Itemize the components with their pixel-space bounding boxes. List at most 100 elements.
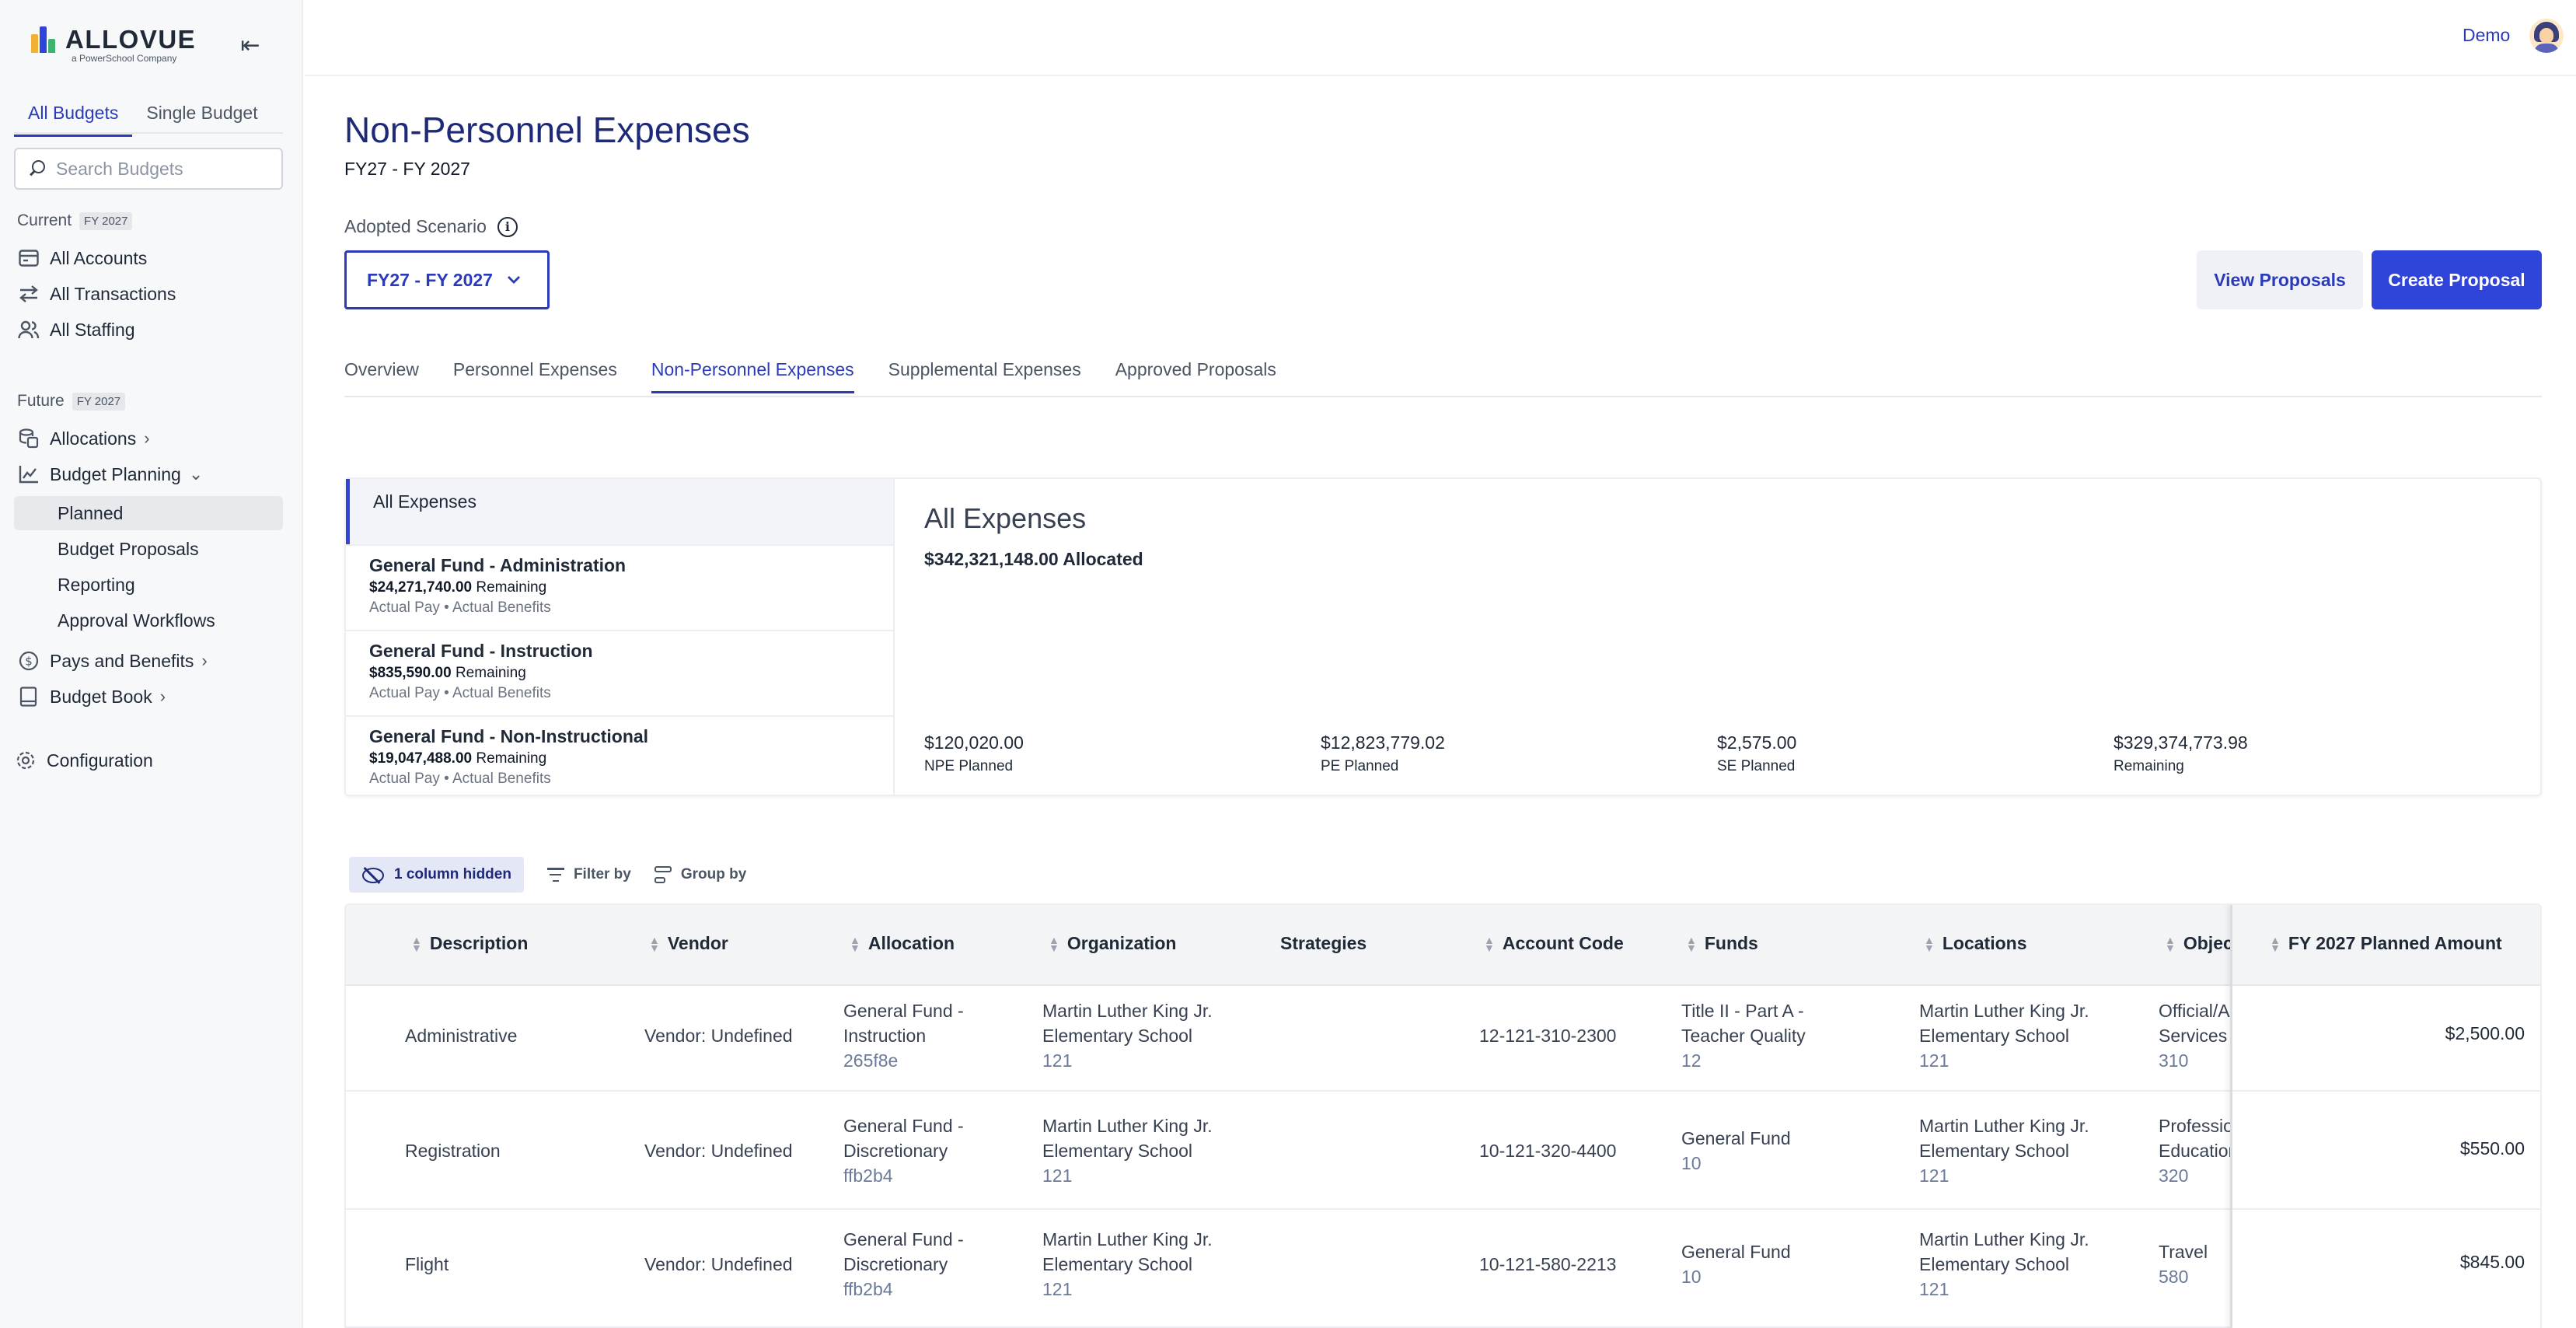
table-row[interactable]: Registration Vendor: Undefined General F… xyxy=(346,1092,2540,1210)
cell-locations: Martin Luther King Jr. Elementary School 1… xyxy=(1919,1229,2089,1299)
tab-all-budgets[interactable]: All Budgets xyxy=(14,100,133,137)
sort-icon: ▲ ▼ xyxy=(2165,933,2176,954)
fund-item-all-expenses[interactable]: All Expenses xyxy=(346,479,893,544)
current-label: Current xyxy=(17,211,72,229)
tabs-divider xyxy=(344,396,2542,397)
fund-item[interactable]: General Fund - Instruction $835,590.00 R… xyxy=(369,641,882,702)
create-proposal-button[interactable]: Create Proposal xyxy=(2372,250,2542,309)
stat-value: $2,575.00 xyxy=(1717,732,1797,753)
search-icon xyxy=(28,160,45,177)
future-section-label: Future FY 2027 xyxy=(17,392,126,411)
tab-approved-proposals[interactable]: Approved Proposals xyxy=(1115,359,1276,393)
sort-icon: ▲ ▼ xyxy=(1484,933,1495,954)
column-account-code[interactable]: ▲ ▼ Account Code xyxy=(1484,933,1624,954)
user-name[interactable]: Demo xyxy=(2463,25,2510,46)
eye-off-icon xyxy=(361,867,384,883)
sidebar-item-all-staffing[interactable]: All Staffing xyxy=(17,314,135,345)
svg-text:$: $ xyxy=(25,655,33,669)
sidebar-item-label: Pays and Benefits xyxy=(50,650,194,671)
page-title: Non-Personnel Expenses xyxy=(344,110,750,150)
column-strategies[interactable]: Strategies xyxy=(1280,933,1367,954)
staffing-icon xyxy=(17,318,40,341)
column-object[interactable]: ▲▼Object xyxy=(2165,933,2230,954)
cell-vendor: Vendor: Undefined xyxy=(644,1254,793,1274)
tab-single-budget[interactable]: Single Budget xyxy=(132,100,271,137)
fund-item[interactable]: General Fund - Administration $24,271,74… xyxy=(369,555,882,617)
scenario-label-text: Adopted Scenario xyxy=(344,216,487,236)
brand-name: ALLOVUE xyxy=(65,25,197,54)
stat-value: $12,823,779.02 xyxy=(1321,732,1445,753)
filter-by-button[interactable]: Filter by xyxy=(546,866,631,883)
planned-amount-column: ▲ ▼ FY 2027 Planned Amount $2,500.00 $550.… xyxy=(2230,905,2540,1328)
search-budgets[interactable] xyxy=(14,148,283,190)
info-icon[interactable]: i xyxy=(497,216,518,237)
tab-overview[interactable]: Overview xyxy=(344,359,419,393)
sidebar-item-configuration[interactable]: Configuration xyxy=(14,745,153,776)
tab-supplemental-expenses[interactable]: Supplemental Expenses xyxy=(888,359,1081,393)
allovue-logo[interactable]: ALLOVUE xyxy=(31,26,196,53)
column-organization[interactable]: ▲ ▼ Organization xyxy=(1049,933,1176,954)
sort-icon: ▲ ▼ xyxy=(1049,933,1059,954)
sidebar-item-planned[interactable]: Planned xyxy=(58,498,123,529)
avatar[interactable] xyxy=(2529,19,2564,53)
column-planned-amount[interactable]: ▲ ▼ FY 2027 Planned Amount xyxy=(2270,933,2502,954)
collapse-sidebar-icon[interactable]: ⇤ xyxy=(236,31,264,59)
stat-remaining: $329,374,773.98 Remaining xyxy=(2114,732,2248,775)
cell-vendor: Vendor: Undefined xyxy=(644,1141,793,1161)
expenses-table: ▲ ▼ Description ▲ ▼ Vendor ▲ ▼ Allocation ▲ ▼ Or… xyxy=(344,903,2542,1328)
column-funds[interactable]: ▲ ▼ Funds xyxy=(1686,933,1758,954)
group-by-button[interactable]: Group by xyxy=(654,866,746,883)
summary-title: All Expenses xyxy=(924,502,1087,534)
sidebar-item-budget-proposals[interactable]: Budget Proposals xyxy=(58,533,199,564)
cell-amount: $2,500.00 xyxy=(2445,1023,2525,1043)
sidebar-item-label: All Staffing xyxy=(50,319,135,340)
sidebar-item-budget-planning[interactable]: Budget Planning ⌄ xyxy=(17,459,203,490)
fund-tags: Actual Pay • Actual Benefits xyxy=(369,599,551,616)
cell-object: Travel 580 xyxy=(2159,1242,2208,1287)
header-divider xyxy=(305,75,2576,76)
cell-object: Official/AdministrativeServices310 xyxy=(2159,1001,2230,1071)
column-vendor[interactable]: ▲ ▼ Vendor xyxy=(649,933,728,954)
sidebar-item-reporting[interactable]: Reporting xyxy=(58,569,135,600)
divider xyxy=(346,630,893,631)
sidebar-item-label: All Accounts xyxy=(50,247,148,268)
cell-allocation: General Fund - Discretionary ffb2b4 xyxy=(843,1229,964,1299)
sidebar-item-approval-workflows[interactable]: Approval Workflows xyxy=(58,605,215,636)
scenario-dropdown[interactable]: FY27 - FY 2027 xyxy=(344,250,550,309)
tab-non-personnel-expenses[interactable]: Non-Personnel Expenses xyxy=(651,359,854,393)
column-allocation[interactable]: ▲ ▼ Allocation xyxy=(850,933,955,954)
cell-organization: Martin Luther King Jr. Elementary School 1… xyxy=(1042,1116,1213,1186)
cell-funds: General Fund 10 xyxy=(1681,1128,1791,1173)
tabs-divider xyxy=(14,132,283,134)
table-row[interactable]: Flight Vendor: Undefined General Fund -D… xyxy=(346,1210,2540,1328)
sidebar-item-all-transactions[interactable]: All Transactions xyxy=(17,278,176,309)
stat-npe-planned: $120,020.00 NPE Planned xyxy=(924,732,1024,775)
sidebar-item-pays-and-benefits[interactable]: $ Pays and Benefits › xyxy=(17,645,208,676)
search-input[interactable] xyxy=(56,158,274,180)
sidebar-item-budget-book[interactable]: Budget Book › xyxy=(17,681,166,712)
cell-account-code: 10-121-580-2213 xyxy=(1479,1254,1617,1274)
cell-amount: $550.00 xyxy=(2459,1138,2525,1159)
current-fy-badge: FY 2027 xyxy=(79,211,133,230)
sidebar-item-all-accounts[interactable]: All Accounts xyxy=(17,243,147,274)
cell-organization: Martin Luther King Jr. Elementary School 1… xyxy=(1042,1229,1213,1299)
table-row[interactable]: Administrative Vendor: Undefined General… xyxy=(346,986,2540,1092)
future-label: Future xyxy=(17,392,65,410)
filter-icon xyxy=(546,868,564,882)
scenario-label: Adopted Scenario i xyxy=(344,216,518,237)
cell-allocation: General Fund - Discretionary ffb2b4 xyxy=(843,1116,964,1186)
cell-description: Flight xyxy=(405,1254,449,1274)
transactions-icon xyxy=(17,282,40,306)
tab-personnel-expenses[interactable]: Personnel Expenses xyxy=(453,359,617,393)
hidden-columns-button[interactable]: 1 column hidden xyxy=(349,857,524,893)
sidebar-item-allocations[interactable]: Allocations › xyxy=(17,423,150,454)
view-proposals-button[interactable]: View Proposals xyxy=(2197,250,2363,309)
hidden-columns-label: 1 column hidden xyxy=(394,866,511,882)
fund-name: General Fund - Non-Instructional xyxy=(369,726,649,746)
column-locations[interactable]: ▲ ▼ Locations xyxy=(1924,933,2026,954)
fund-item[interactable]: General Fund - Non-Instructional $19,047… xyxy=(369,726,882,788)
cell-locations: Martin Luther King Jr. Elementary School 1… xyxy=(1919,1001,2089,1071)
column-description[interactable]: ▲ ▼ Description xyxy=(411,933,528,954)
allocations-icon xyxy=(17,427,40,450)
allovue-logo-icon xyxy=(31,26,58,53)
